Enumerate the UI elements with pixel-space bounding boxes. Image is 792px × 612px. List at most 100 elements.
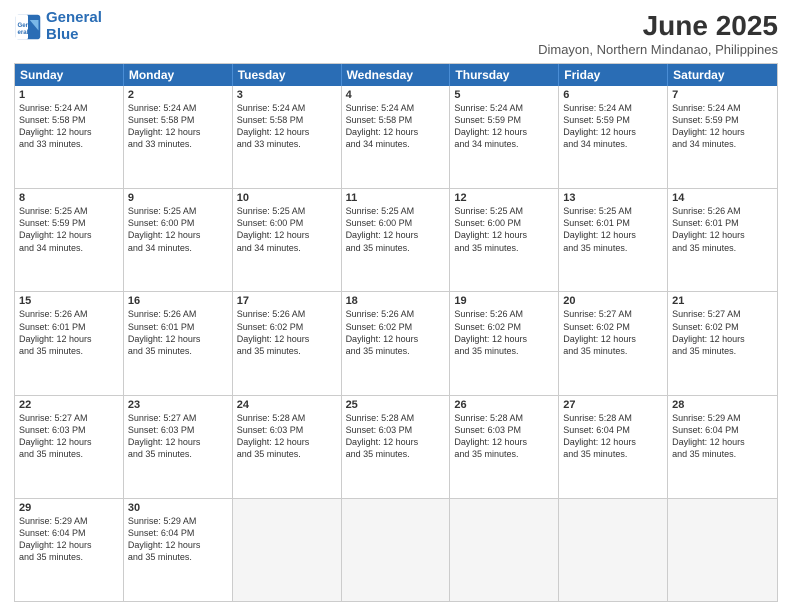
cal-header-monday: Monday	[124, 64, 233, 86]
logo-line2: Blue	[46, 26, 79, 43]
title-block: June 2025 Dimayon, Northern Mindanao, Ph…	[538, 10, 778, 57]
calendar: SundayMondayTuesdayWednesdayThursdayFrid…	[14, 63, 778, 602]
cal-day-20: 20Sunrise: 5:27 AM Sunset: 6:02 PM Dayli…	[559, 292, 668, 394]
day-number: 27	[563, 399, 663, 411]
cal-header-thursday: Thursday	[450, 64, 559, 86]
cal-day-empty	[233, 499, 342, 601]
day-number: 24	[237, 399, 337, 411]
day-number: 10	[237, 192, 337, 204]
day-info: Sunrise: 5:25 AM Sunset: 6:00 PM Dayligh…	[237, 205, 337, 254]
day-number: 3	[237, 89, 337, 101]
cal-day-27: 27Sunrise: 5:28 AM Sunset: 6:04 PM Dayli…	[559, 396, 668, 498]
cal-week-3: 15Sunrise: 5:26 AM Sunset: 6:01 PM Dayli…	[15, 291, 777, 394]
day-info: Sunrise: 5:26 AM Sunset: 6:01 PM Dayligh…	[672, 205, 773, 254]
cal-day-25: 25Sunrise: 5:28 AM Sunset: 6:03 PM Dayli…	[342, 396, 451, 498]
cal-day-12: 12Sunrise: 5:25 AM Sunset: 6:00 PM Dayli…	[450, 189, 559, 291]
month-title: June 2025	[538, 10, 778, 42]
cal-day-empty	[450, 499, 559, 601]
page: Gen eral General Blue June 2025 Dimayon,…	[0, 0, 792, 612]
cal-week-2: 8Sunrise: 5:25 AM Sunset: 5:59 PM Daylig…	[15, 188, 777, 291]
day-number: 21	[672, 295, 773, 307]
day-number: 16	[128, 295, 228, 307]
day-info: Sunrise: 5:27 AM Sunset: 6:03 PM Dayligh…	[128, 412, 228, 461]
cal-day-2: 2Sunrise: 5:24 AM Sunset: 5:58 PM Daylig…	[124, 86, 233, 188]
day-info: Sunrise: 5:25 AM Sunset: 6:01 PM Dayligh…	[563, 205, 663, 254]
day-number: 12	[454, 192, 554, 204]
day-info: Sunrise: 5:24 AM Sunset: 5:58 PM Dayligh…	[19, 102, 119, 151]
cal-day-14: 14Sunrise: 5:26 AM Sunset: 6:01 PM Dayli…	[668, 189, 777, 291]
cal-day-23: 23Sunrise: 5:27 AM Sunset: 6:03 PM Dayli…	[124, 396, 233, 498]
cal-day-5: 5Sunrise: 5:24 AM Sunset: 5:59 PM Daylig…	[450, 86, 559, 188]
header: Gen eral General Blue June 2025 Dimayon,…	[14, 10, 778, 57]
cal-day-16: 16Sunrise: 5:26 AM Sunset: 6:01 PM Dayli…	[124, 292, 233, 394]
day-info: Sunrise: 5:29 AM Sunset: 6:04 PM Dayligh…	[19, 515, 119, 564]
day-info: Sunrise: 5:25 AM Sunset: 6:00 PM Dayligh…	[346, 205, 446, 254]
svg-text:eral: eral	[18, 29, 29, 36]
day-info: Sunrise: 5:25 AM Sunset: 6:00 PM Dayligh…	[128, 205, 228, 254]
day-info: Sunrise: 5:24 AM Sunset: 5:59 PM Dayligh…	[672, 102, 773, 151]
cal-day-4: 4Sunrise: 5:24 AM Sunset: 5:58 PM Daylig…	[342, 86, 451, 188]
day-info: Sunrise: 5:24 AM Sunset: 5:59 PM Dayligh…	[454, 102, 554, 151]
day-number: 30	[128, 502, 228, 514]
day-info: Sunrise: 5:24 AM Sunset: 5:58 PM Dayligh…	[128, 102, 228, 151]
day-number: 11	[346, 192, 446, 204]
cal-day-18: 18Sunrise: 5:26 AM Sunset: 6:02 PM Dayli…	[342, 292, 451, 394]
day-info: Sunrise: 5:26 AM Sunset: 6:02 PM Dayligh…	[237, 308, 337, 357]
cal-day-15: 15Sunrise: 5:26 AM Sunset: 6:01 PM Dayli…	[15, 292, 124, 394]
cal-day-10: 10Sunrise: 5:25 AM Sunset: 6:00 PM Dayli…	[233, 189, 342, 291]
day-number: 26	[454, 399, 554, 411]
day-number: 1	[19, 89, 119, 101]
cal-day-1: 1Sunrise: 5:24 AM Sunset: 5:58 PM Daylig…	[15, 86, 124, 188]
cal-week-5: 29Sunrise: 5:29 AM Sunset: 6:04 PM Dayli…	[15, 498, 777, 601]
day-info: Sunrise: 5:27 AM Sunset: 6:02 PM Dayligh…	[672, 308, 773, 357]
cal-day-7: 7Sunrise: 5:24 AM Sunset: 5:59 PM Daylig…	[668, 86, 777, 188]
logo: Gen eral General Blue	[14, 10, 102, 43]
day-info: Sunrise: 5:27 AM Sunset: 6:02 PM Dayligh…	[563, 308, 663, 357]
day-info: Sunrise: 5:29 AM Sunset: 6:04 PM Dayligh…	[128, 515, 228, 564]
cal-day-empty	[559, 499, 668, 601]
day-number: 2	[128, 89, 228, 101]
calendar-header: SundayMondayTuesdayWednesdayThursdayFrid…	[15, 64, 777, 86]
day-number: 6	[563, 89, 663, 101]
cal-day-empty	[668, 499, 777, 601]
day-number: 23	[128, 399, 228, 411]
day-info: Sunrise: 5:26 AM Sunset: 6:02 PM Dayligh…	[454, 308, 554, 357]
logo-line1: General	[46, 9, 102, 26]
cal-day-28: 28Sunrise: 5:29 AM Sunset: 6:04 PM Dayli…	[668, 396, 777, 498]
day-number: 4	[346, 89, 446, 101]
day-number: 13	[563, 192, 663, 204]
cal-header-wednesday: Wednesday	[342, 64, 451, 86]
cal-week-1: 1Sunrise: 5:24 AM Sunset: 5:58 PM Daylig…	[15, 86, 777, 188]
day-info: Sunrise: 5:26 AM Sunset: 6:02 PM Dayligh…	[346, 308, 446, 357]
day-number: 9	[128, 192, 228, 204]
day-number: 22	[19, 399, 119, 411]
day-info: Sunrise: 5:28 AM Sunset: 6:03 PM Dayligh…	[237, 412, 337, 461]
cal-day-26: 26Sunrise: 5:28 AM Sunset: 6:03 PM Dayli…	[450, 396, 559, 498]
cal-day-29: 29Sunrise: 5:29 AM Sunset: 6:04 PM Dayli…	[15, 499, 124, 601]
location-title: Dimayon, Northern Mindanao, Philippines	[538, 42, 778, 57]
cal-day-22: 22Sunrise: 5:27 AM Sunset: 6:03 PM Dayli…	[15, 396, 124, 498]
cal-day-21: 21Sunrise: 5:27 AM Sunset: 6:02 PM Dayli…	[668, 292, 777, 394]
day-number: 7	[672, 89, 773, 101]
day-number: 28	[672, 399, 773, 411]
day-number: 20	[563, 295, 663, 307]
day-info: Sunrise: 5:28 AM Sunset: 6:03 PM Dayligh…	[454, 412, 554, 461]
cal-header-friday: Friday	[559, 64, 668, 86]
day-number: 17	[237, 295, 337, 307]
day-number: 14	[672, 192, 773, 204]
day-number: 19	[454, 295, 554, 307]
day-info: Sunrise: 5:24 AM Sunset: 5:59 PM Dayligh…	[563, 102, 663, 151]
logo-icon: Gen eral	[14, 13, 42, 41]
day-number: 18	[346, 295, 446, 307]
day-info: Sunrise: 5:27 AM Sunset: 6:03 PM Dayligh…	[19, 412, 119, 461]
cal-day-6: 6Sunrise: 5:24 AM Sunset: 5:59 PM Daylig…	[559, 86, 668, 188]
day-number: 8	[19, 192, 119, 204]
cal-header-tuesday: Tuesday	[233, 64, 342, 86]
cal-day-11: 11Sunrise: 5:25 AM Sunset: 6:00 PM Dayli…	[342, 189, 451, 291]
day-number: 25	[346, 399, 446, 411]
logo-text: General Blue	[46, 10, 102, 43]
day-number: 29	[19, 502, 119, 514]
cal-day-17: 17Sunrise: 5:26 AM Sunset: 6:02 PM Dayli…	[233, 292, 342, 394]
cal-day-8: 8Sunrise: 5:25 AM Sunset: 5:59 PM Daylig…	[15, 189, 124, 291]
cal-week-4: 22Sunrise: 5:27 AM Sunset: 6:03 PM Dayli…	[15, 395, 777, 498]
